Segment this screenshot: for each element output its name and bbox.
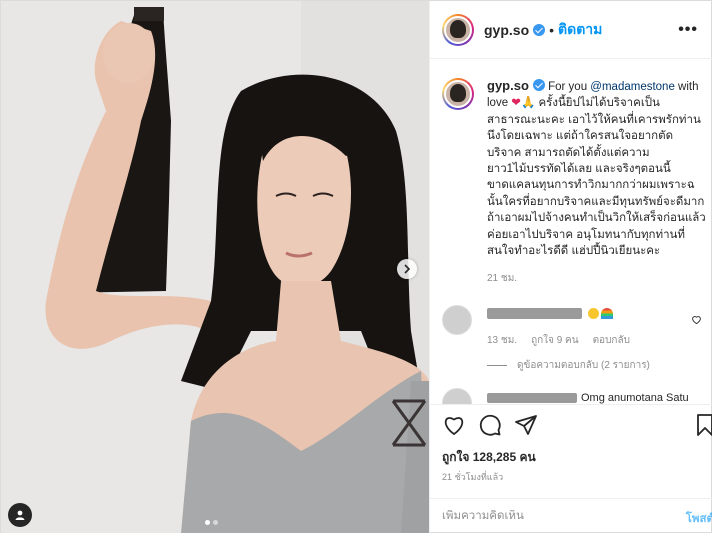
rainbow-emoji [601,307,613,319]
carousel-indicator [205,520,218,525]
view-replies-label: ดูข้อความตอบกลับ (2 รายการ) [517,360,650,371]
comment-time[interactable]: 13 ชม. [487,333,517,348]
action-icons [442,413,538,437]
comment-meta: 13 ชม. ถูกใจ 9 คน ตอบกลับ [487,333,706,348]
bookmark-icon[interactable] [696,413,712,437]
instagram-post: gyp.so • ติดตาม ••• gyp.so For you @mada… [0,0,712,533]
comment-item: Omg anumotana Satu [442,388,706,404]
likes-count[interactable]: ถูกใจ 128,285 คน [442,448,536,467]
commenter-username-redacted[interactable] [487,307,582,319]
post-header: gyp.so • ติดตาม ••• [430,1,712,59]
comments-section: gyp.so For you @madamestone with love ❤🙏… [430,60,712,404]
praying-hands-emoji: 🙏 [520,97,536,110]
view-replies-button[interactable]: ดูข้อความตอบกลับ (2 รายการ) [487,358,706,373]
carousel-dot [213,520,218,525]
verified-badge-icon [532,79,545,91]
follow-button[interactable]: ติดตาม [558,19,602,41]
more-options-button[interactable]: ••• [678,21,698,39]
tagged-users-button[interactable] [8,503,32,527]
share-icon[interactable] [514,413,538,437]
author-avatar[interactable] [442,13,474,46]
comment-icon[interactable] [478,413,502,437]
post-time[interactable]: 21 ชั่วโมงที่แล้ว [442,470,503,484]
user-tag-icon [15,510,25,520]
caption-prefix: For you [548,81,591,93]
caption-mention[interactable]: @madamestone [590,81,675,93]
replies-divider [487,365,507,366]
comment-line: Omg anumotana Satu [487,390,706,404]
caption-body: ครั้งนี้ยิปไม่ได้บริจาคเป็นสาธารณะนะคะ เ… [487,97,706,258]
caption-text: gyp.so For you @madamestone with love ❤🙏… [487,78,706,259]
post-comment-button[interactable]: โพสต์ [686,510,712,528]
reply-button[interactable]: ตอบกลับ [593,333,630,348]
smiling-emoji [588,307,599,319]
post-actions: ถูกใจ 128,285 คน 21 ชั่วโมงที่แล้ว โพสต์ [430,404,712,533]
commenter-avatar[interactable] [442,305,472,335]
comment-input[interactable] [442,510,642,522]
verified-badge-icon [533,23,546,36]
commenter-avatar[interactable] [442,388,472,404]
caption-username[interactable]: gyp.so [487,78,545,93]
add-comment-bar: โพสต์ [430,498,712,533]
heart-emoji: ❤ [511,97,521,110]
heart-icon[interactable] [442,413,466,437]
caption-time[interactable]: 21 ชม. [487,271,706,286]
carousel-dot-active [205,520,210,525]
post-side-panel: gyp.so • ติดตาม ••• gyp.so For you @mada… [429,1,712,533]
author-username[interactable]: gyp.so [484,22,546,38]
comment-likes[interactable]: ถูกใจ 9 คน [531,333,579,348]
comment-item: 13 ชม. ถูกใจ 9 คน ตอบกลับ ดูข้อความตอบกล… [442,305,706,373]
commenter-username-redacted[interactable] [487,393,577,403]
header-separator: • [549,21,555,38]
chevron-right-icon [404,264,411,274]
comment-line [487,305,706,321]
caption: gyp.so For you @madamestone with love ❤🙏… [442,78,706,286]
next-image-button[interactable] [397,259,417,279]
post-photo[interactable] [1,1,429,533]
photo-scene [1,1,429,533]
caption-avatar[interactable] [442,78,474,110]
heart-icon[interactable] [691,314,702,325]
comment-text: Omg anumotana Satu [581,392,689,404]
